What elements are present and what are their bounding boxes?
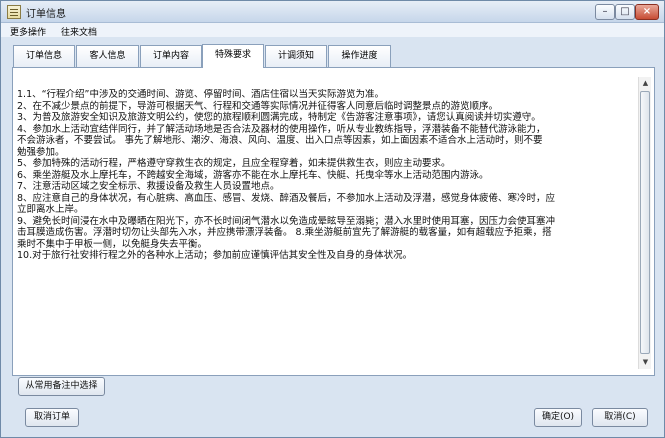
ok-button[interactable]: 确定(O) [534, 408, 582, 427]
order-info-window: 订单信息 – □ × 更多操作 往来文档 订单信息 客人信息 订单内容 特殊要求… [0, 0, 665, 438]
text-line: 勉强参加。 [17, 146, 65, 158]
text-line: 5、参加特殊的活动行程，严格遵守穿救生衣的规定，且应全程穿着，如未提供救生衣，则… [17, 158, 451, 169]
minimize-button[interactable]: – [595, 4, 615, 20]
pick-common-note-button[interactable]: 从常用备注中选择 [18, 377, 105, 396]
text-line: 乘时不集中于甲板一侧，以免艇身失去平衡。 [17, 238, 208, 250]
vertical-scrollbar[interactable]: ▲ ▼ [638, 77, 651, 369]
special-requirements-textarea[interactable]: 1.1、“行程介绍”中涉及的交通时间、游览、停留时间、酒店住宿以当天实际游览为准… [17, 89, 637, 369]
text-line: 8、应注意自己的身体状况，有心脏病、高血压、感冒、发烧、醉酒及餐后，不参加水上活… [17, 192, 556, 204]
text-line: 不会游泳者，不要尝试。 事先了解地形、潮汐、海浪、风向、温度、出入口点等因素，如… [17, 135, 543, 146]
menu-bar: 更多操作 往来文档 [1, 23, 664, 38]
scroll-down-icon[interactable]: ▼ [639, 356, 652, 369]
cancel-button[interactable]: 取消(C) [592, 408, 648, 427]
cancel-order-button[interactable]: 取消订单 [25, 408, 79, 427]
tab-order-content[interactable]: 订单内容 [140, 45, 202, 67]
tab-planner-notes[interactable]: 计调须知 [265, 45, 327, 67]
text-line: 10.对于旅行社安排行程之外的各种水上活动；参加前应谨慎评估其安全性及自身的身体… [17, 250, 413, 261]
tab-operation-progress[interactable]: 操作进度 [328, 45, 391, 67]
text-line: 9、避免长时间浸在水中及曝晒在阳光下，亦不长时间闭气潜水以免造成晕眩导至溺毙；潜… [17, 215, 556, 227]
text-line: 1.1、“行程介绍”中涉及的交通时间、游览、停留时间、酒店住宿以当天实际游览为准… [17, 89, 384, 100]
text-line: 2、在不减少景点的前提下，导游可根据天气、行程和交通等实际情况并征得客人同意后临… [17, 100, 499, 112]
text-line: 7、注意活动区域之安全标示、救援设备及救生人员设置地点。 [17, 181, 280, 192]
text-line: 立即离水上岸。 [17, 204, 84, 215]
close-button[interactable]: × [635, 4, 659, 20]
title-bar: 订单信息 – □ × [1, 1, 664, 23]
window-title: 订单信息 [26, 9, 66, 20]
maximize-button[interactable]: □ [615, 4, 635, 20]
text-line: 4、参加水上活动宜结伴同行，并了解活动场地是否合法及器材的使用操作，听从专业教练… [17, 123, 546, 135]
tab-order-info[interactable]: 订单信息 [13, 45, 75, 67]
scroll-thumb[interactable] [640, 91, 650, 354]
tab-guest-info[interactable]: 客人信息 [76, 45, 139, 67]
text-line: 击耳膜造成伤害。浮潜时切勿让头部先入水，并应携带漂浮装备。 8.乘坐游艇前宜先了… [17, 227, 552, 238]
scroll-up-icon[interactable]: ▲ [639, 77, 652, 90]
menu-documents[interactable]: 往来文档 [61, 25, 97, 38]
text-line: 6、乘坐游艇及水上摩托车，不跨越安全海域，游客亦不能在水上摩托车、快艇、托曳伞等… [17, 169, 489, 181]
menu-more-actions[interactable]: 更多操作 [10, 25, 46, 38]
tab-special-requirements[interactable]: 特殊要求 [202, 44, 264, 68]
text-line: 3、为普及旅游安全知识及旅游文明公约，使您的旅程顺利圆满完成，特制定《告游客注意… [17, 112, 541, 123]
document-icon [7, 5, 21, 19]
